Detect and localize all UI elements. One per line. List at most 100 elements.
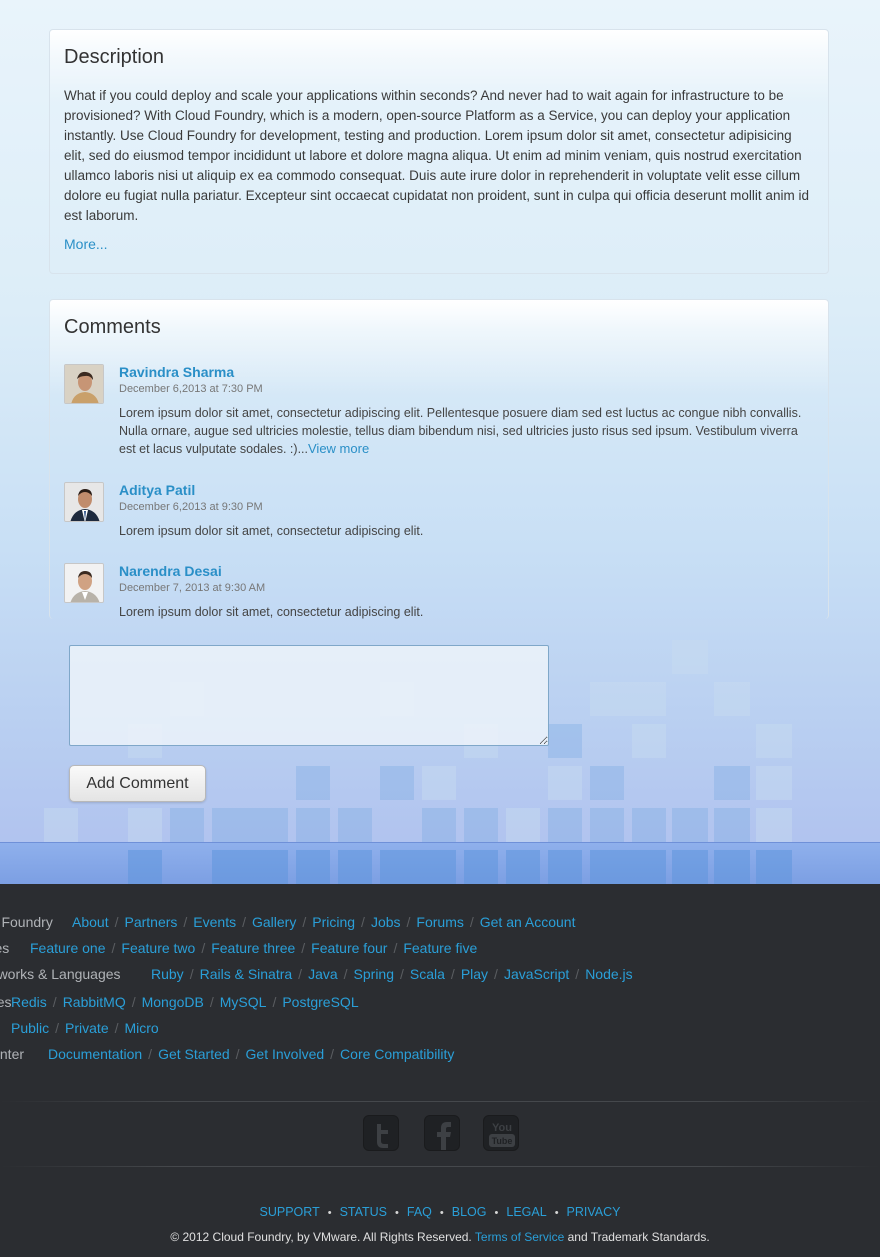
footer-separator: / xyxy=(114,1020,119,1036)
description-title: Description xyxy=(64,46,165,68)
footer-link[interactable]: Feature three xyxy=(211,940,295,956)
copyright: © 2012 Cloud Foundry, by VMware. All Rig… xyxy=(0,1230,880,1244)
footer-row-label: ud xyxy=(0,1020,11,1036)
comment-author[interactable]: Narendra Desai xyxy=(119,563,222,579)
footer-link[interactable]: Node.js xyxy=(585,966,632,982)
footer-link[interactable]: Gallery xyxy=(252,914,296,930)
footer-link[interactable]: MySQL xyxy=(220,994,267,1010)
footer-link[interactable]: Feature two xyxy=(121,940,195,956)
footer-divider xyxy=(0,1166,880,1167)
footer-link[interactable]: Get Started xyxy=(158,1046,230,1062)
footer-link[interactable]: Public xyxy=(11,1020,49,1036)
footer-bottom-link[interactable]: PRIVACY xyxy=(567,1205,621,1219)
footer-separator: / xyxy=(393,940,398,956)
svg-text:Tube: Tube xyxy=(492,1136,513,1146)
avatar[interactable] xyxy=(64,563,104,603)
footer-link[interactable]: Forums xyxy=(416,914,463,930)
footer-row-label: ud Foundry xyxy=(0,914,53,930)
footer-link[interactable]: Play xyxy=(461,966,488,982)
comment-item: Narendra Desai December 7, 2013 at 9:30 … xyxy=(64,563,804,623)
twitter-icon[interactable] xyxy=(363,1115,399,1151)
facebook-icon[interactable] xyxy=(424,1115,460,1151)
footer-separator: / xyxy=(111,940,116,956)
footer-separator: / xyxy=(361,914,365,930)
footer-bottom-link[interactable]: FAQ xyxy=(407,1205,432,1219)
comment-author[interactable]: Ravindra Sharma xyxy=(119,364,234,380)
footer-link[interactable]: MongoDB xyxy=(142,994,204,1010)
comment-date: December 7, 2013 at 9:30 AM xyxy=(119,582,266,594)
footer-separator: / xyxy=(469,914,474,930)
youtube-icon[interactable]: You Tube xyxy=(483,1115,519,1151)
footer-bottom-link[interactable]: STATUS xyxy=(340,1205,387,1219)
footer-link[interactable]: Feature one xyxy=(30,940,106,956)
comment-item: Ravindra Sharma December 6,2013 at 7:30 … xyxy=(64,364,804,464)
footer-separator: / xyxy=(201,940,206,956)
footer-link[interactable]: Events xyxy=(193,914,236,930)
trademark-text: and Trademark Standards. xyxy=(567,1230,710,1244)
comment-input[interactable] xyxy=(69,645,549,746)
view-more-link[interactable]: View more xyxy=(308,441,369,456)
comment-item: Aditya Patil December 6,2013 at 9:30 PM … xyxy=(64,482,804,542)
footer-bottom-nav: SUPPORT • STATUS • FAQ • BLOG • LEGAL • PRIVACY xyxy=(0,1205,880,1219)
footer-separator: / xyxy=(235,1046,240,1062)
footer-separator: / xyxy=(272,994,277,1010)
twitter-glyph-icon xyxy=(377,1124,388,1148)
description-panel: Description What if you could deploy and… xyxy=(49,29,829,274)
footer-link[interactable]: Get Involved xyxy=(246,1046,325,1062)
footer-link[interactable]: Scala xyxy=(410,966,445,982)
footer-separator: / xyxy=(242,914,246,930)
description-text: What if you could deploy and scale your … xyxy=(64,88,809,223)
footer-link[interactable]: Java xyxy=(308,966,338,982)
footer-bottom-link[interactable]: LEGAL xyxy=(506,1205,546,1219)
footer-separator: / xyxy=(494,966,498,982)
footer-link[interactable]: Feature four xyxy=(311,940,387,956)
footer-row-label: neworks & Languages xyxy=(0,966,121,982)
user-photo-icon xyxy=(65,365,103,403)
footer-link[interactable]: PostgreSQL xyxy=(282,994,358,1010)
footer-nav-row: ures Feature one / Feature two / Feature thre… xyxy=(0,940,477,956)
footer-bottom-link[interactable]: BLOG xyxy=(452,1205,487,1219)
footer-link[interactable]: About xyxy=(72,914,109,930)
footer-separator: / xyxy=(575,966,580,982)
comment-date: December 6,2013 at 7:30 PM xyxy=(119,383,263,395)
footer-separator: / xyxy=(406,914,411,930)
footer-separator: / xyxy=(400,966,404,982)
footer-link[interactable]: Documentation xyxy=(48,1046,142,1062)
avatar[interactable] xyxy=(64,364,104,404)
terms-link[interactable]: Terms of Service xyxy=(475,1230,564,1244)
avatar[interactable] xyxy=(64,482,104,522)
footer-nav-row: ricesRedis / RabbitMQ / MongoDB / MySQL / Postgr… xyxy=(0,994,359,1010)
footer-separator: / xyxy=(52,994,57,1010)
footer-link[interactable]: Partners xyxy=(124,914,177,930)
comment-date: December 6,2013 at 9:30 PM xyxy=(119,501,263,513)
footer-link[interactable]: Feature five xyxy=(403,940,477,956)
footer-link[interactable]: Redis xyxy=(11,994,47,1010)
footer-link[interactable]: RabbitMQ xyxy=(63,994,126,1010)
footer-separator: / xyxy=(343,966,348,982)
footer-link[interactable]: Pricing xyxy=(312,914,355,930)
add-comment-button[interactable]: Add Comment xyxy=(69,765,206,802)
footer-link[interactable]: Jobs xyxy=(371,914,401,930)
footer-separator: / xyxy=(114,914,119,930)
footer-separator: / xyxy=(450,966,455,982)
footer-separator: / xyxy=(148,1046,153,1062)
bullet-separator: • xyxy=(439,1207,444,1219)
facebook-glyph-icon xyxy=(437,1122,451,1150)
footer-separator: / xyxy=(55,1020,60,1036)
comment-author[interactable]: Aditya Patil xyxy=(119,482,195,498)
footer-link[interactable]: JavaScript xyxy=(504,966,569,982)
comments-title: Comments xyxy=(64,316,161,338)
footer-link[interactable]: Ruby xyxy=(151,966,184,982)
footer-bottom-link[interactable]: SUPPORT xyxy=(260,1205,320,1219)
footer-link[interactable]: Get an Account xyxy=(480,914,576,930)
footer-link[interactable]: Core Compatibility xyxy=(340,1046,454,1062)
footer-separator: / xyxy=(209,994,214,1010)
svg-text:You: You xyxy=(492,1122,512,1134)
footer-link[interactable]: Rails & Sinatra xyxy=(200,966,293,982)
footer-link[interactable]: Spring xyxy=(354,966,394,982)
footer-separator: / xyxy=(131,994,136,1010)
more-link[interactable]: More... xyxy=(64,236,108,252)
footer-link[interactable]: Micro xyxy=(125,1020,159,1036)
footer-link[interactable]: Private xyxy=(65,1020,109,1036)
footer-nav-row: neworks & Languages Ruby / Rails & Sinatra /… xyxy=(0,966,633,982)
